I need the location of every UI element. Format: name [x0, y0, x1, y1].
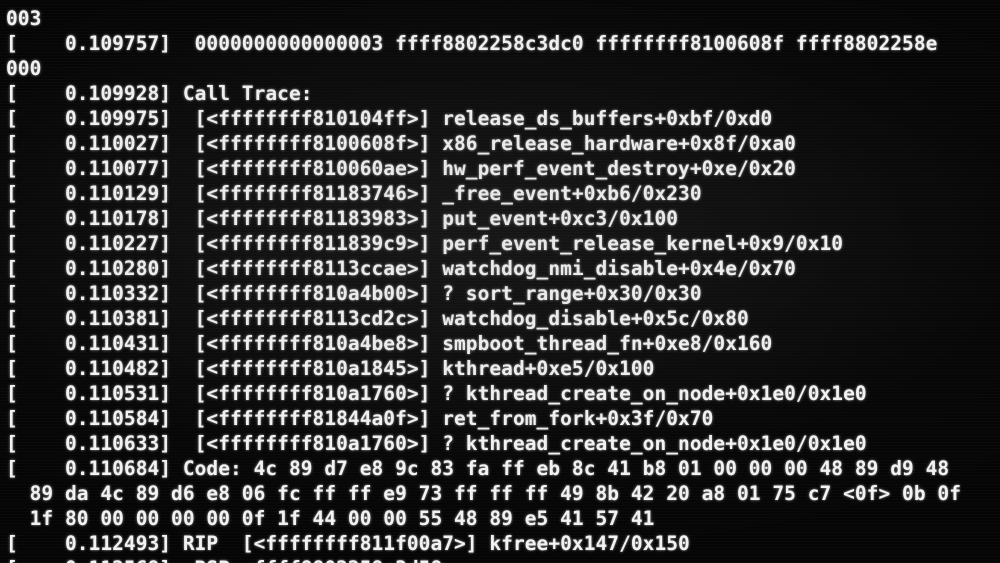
console-line: 1f 80 00 00 00 00 0f 1f 44 00 00 55 48 8… [6, 507, 655, 530]
console-line: [ 0.110280] [<ffffffff8113ccae>] watchdo… [6, 257, 796, 280]
console-line: [ 0.112493] RIP [<ffffffff811f00a7>] kfr… [6, 532, 690, 555]
console-screen: 003 [ 0.109757] 0000000000000003 ffff880… [0, 0, 1000, 563]
console-line: 89 da 4c 89 d6 e8 06 fc ff ff e9 73 ff f… [6, 482, 961, 505]
console-line: [ 0.110227] [<ffffffff811839c9>] perf_ev… [6, 232, 844, 255]
console-line: [ 0.112568] RSP <ffff8802258c3d58> [6, 556, 1000, 563]
console-line: [ 0.110431] [<ffffffff810a4be8>] smpboot… [6, 332, 773, 355]
console-line: [ 0.110381] [<ffffffff8113cd2c>] watchdo… [6, 307, 749, 330]
console-line: 003 [6, 7, 42, 30]
console-line: [ 0.110482] [<ffffffff810a1845>] kthread… [6, 357, 655, 380]
console-line: [ 0.110332] [<ffffffff810a4b00>] ? sort_… [6, 282, 702, 305]
console-line: [ 0.110129] [<ffffffff81183746>] _free_e… [6, 182, 702, 205]
console-line: [ 0.110531] [<ffffffff810a1760>] ? kthre… [6, 382, 867, 405]
console-line: [ 0.110684] Code: 4c 89 d7 e8 9c 83 fa f… [6, 457, 950, 480]
console-line: [ 0.109928] Call Trace: [6, 82, 313, 105]
console-line: [ 0.109975] [<ffffffff810104ff>] release… [6, 107, 773, 130]
console-line: [ 0.110077] [<ffffffff810060ae>] hw_perf… [6, 157, 796, 180]
console-line: [ 0.110178] [<ffffffff81183983>] put_eve… [6, 207, 679, 230]
console-line: [ 0.110633] [<ffffffff810a1760>] ? kthre… [6, 432, 867, 455]
console-line: [ 0.109757] 0000000000000003 ffff8802258… [6, 32, 938, 55]
console-line: [ 0.110584] [<ffffffff81844a0f>] ret_fro… [6, 407, 714, 430]
console-output: 003 [ 0.109757] 0000000000000003 ffff880… [0, 0, 1000, 563]
console-line: 000 [6, 57, 42, 80]
console-line: [ 0.110027] [<ffffffff8100608f>] x86_rel… [6, 132, 796, 155]
